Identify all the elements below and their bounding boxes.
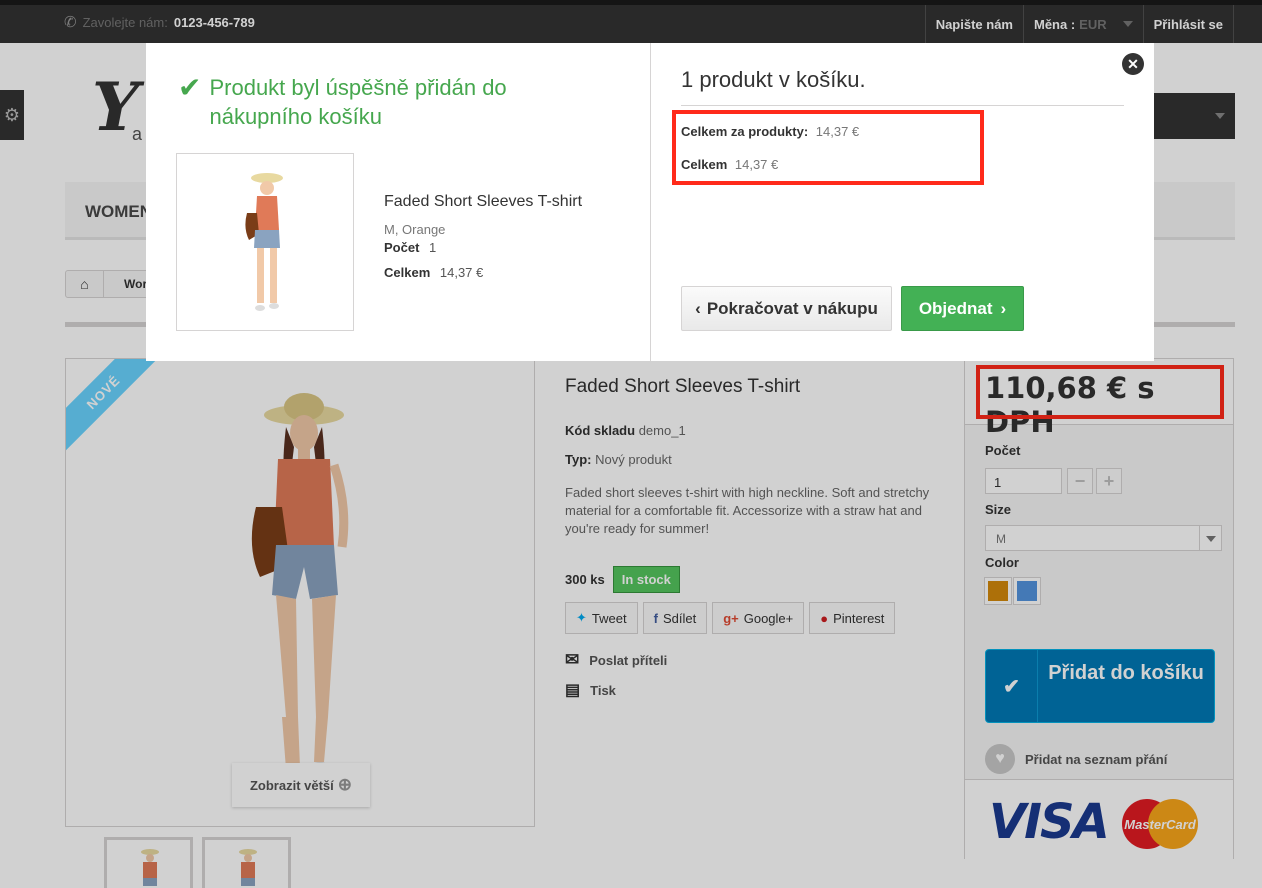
currency-selector[interactable]: Měna : EUR <box>1023 5 1143 43</box>
order-button[interactable]: Objednat › <box>901 286 1024 331</box>
phone-label: Zavolejte nám: <box>82 14 168 30</box>
chevron-down-icon <box>1122 21 1133 27</box>
continue-shopping-button[interactable]: ‹ Pokračovat v nákupu <box>681 286 892 331</box>
continue-label: Pokračovat v nákupu <box>706 298 878 318</box>
highlight-frame-totals <box>672 110 984 185</box>
chevron-left-icon: ‹ <box>695 298 701 318</box>
cart-heading: 1 produkt v košíku. <box>681 67 866 92</box>
contact-link[interactable]: Napište nám <box>924 5 1023 43</box>
close-icon[interactable]: ✕ <box>1122 53 1144 75</box>
phone-info: ✆ Zavolejte nám: 0123-456-789 <box>64 13 255 31</box>
modal-product-name: Faded Short Sleeves T-shirt <box>384 193 583 210</box>
modal-quantity-value: 1 <box>429 240 437 255</box>
check-icon: ✔ <box>178 72 202 103</box>
modal-total-label: Celkem <box>384 265 431 280</box>
order-label: Objednat <box>918 298 993 318</box>
phone-icon: ✆ <box>64 14 77 31</box>
modal-product-attributes: M, Orange <box>384 222 446 237</box>
success-text: Produkt byl úspěšně přidán do nákupního … <box>209 75 507 129</box>
modal-product-image <box>176 153 354 331</box>
login-link[interactable]: Přihlásit se <box>1142 5 1234 43</box>
currency-value: EUR <box>1079 16 1107 32</box>
modal-product-section: ✔ Produkt byl úspěšně přidán do nákupníh… <box>146 43 650 361</box>
top-bar: ✆ Zavolejte nám: 0123-456-789 Napište ná… <box>0 0 1262 43</box>
chevron-right-icon: › <box>1000 298 1007 318</box>
modal-quantity-label: Počet <box>384 240 420 255</box>
currency-label: Měna : <box>1034 16 1076 32</box>
product-photo <box>245 173 283 311</box>
cart-divider <box>681 105 1124 106</box>
phone-number: 0123-456-789 <box>173 14 255 30</box>
modal-total-value: 14,37 € <box>439 265 484 280</box>
success-message: ✔ Produkt byl úspěšně přidán do nákupníh… <box>178 73 578 131</box>
modal-quantity: Počet 1 <box>384 240 436 255</box>
modal-divider <box>650 43 651 361</box>
modal-total: Celkem 14,37 € <box>384 265 483 280</box>
cart-confirmation-modal: ✔ Produkt byl úspěšně přidán do nákupníh… <box>146 43 1154 361</box>
